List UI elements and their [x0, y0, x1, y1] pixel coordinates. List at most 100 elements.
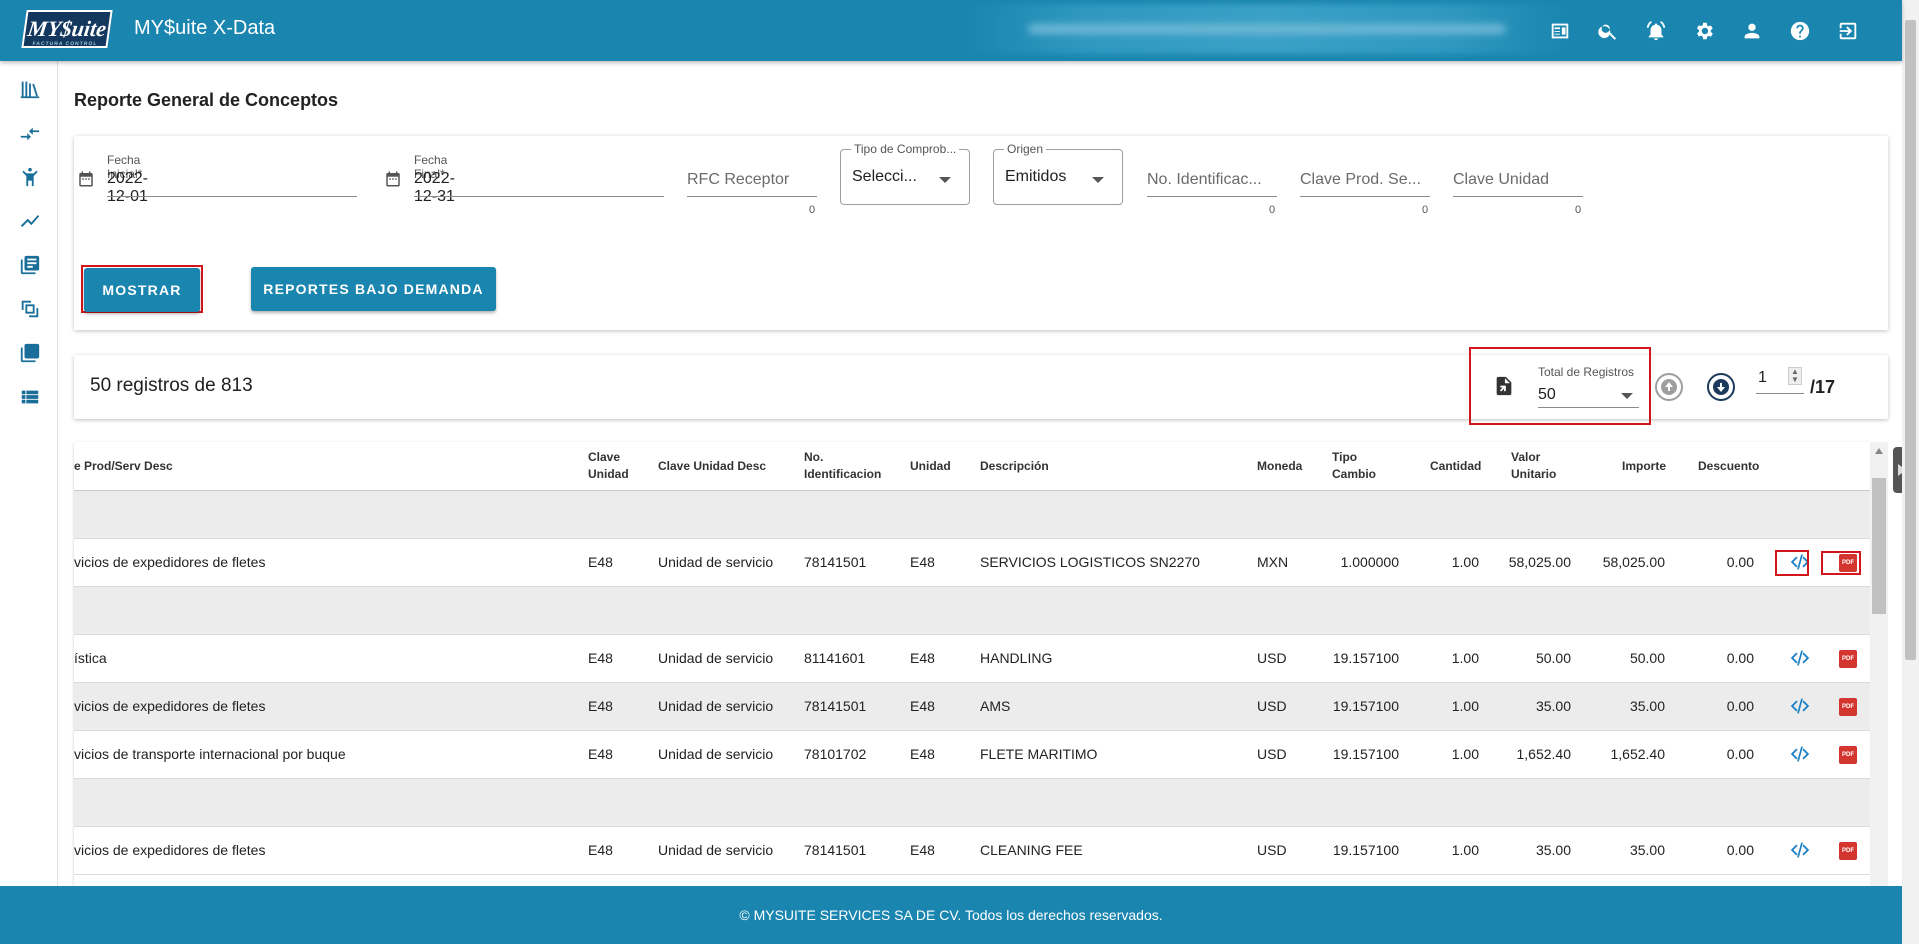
- total-registros-value: 50: [1538, 386, 1556, 403]
- clave-unidad-underline: [1453, 196, 1583, 197]
- chevron-down-icon[interactable]: [939, 177, 951, 183]
- search-icon[interactable]: [1584, 0, 1632, 61]
- xml-code-icon[interactable]: [1789, 647, 1811, 669]
- calendar-icon[interactable]: [384, 170, 402, 193]
- col-clave-unidad-desc[interactable]: Clave Unidad Desc: [658, 458, 766, 475]
- arrow-down-circle-icon: [1707, 373, 1735, 401]
- rfc-receptor-input[interactable]: RFC Receptor: [687, 171, 817, 189]
- pdf-icon[interactable]: PDF: [1839, 842, 1857, 860]
- blurred-search-area[interactable]: [968, 4, 1566, 54]
- cell-clave-unidad-desc: Unidad de servicio: [658, 746, 774, 762]
- table-row[interactable]: vicios de transporte internacional por b…: [74, 731, 1870, 779]
- gear-icon[interactable]: [1680, 0, 1728, 61]
- xml-code-icon[interactable]: [1789, 839, 1811, 861]
- table-row[interactable]: vicios de expedidores de fletes E48 Unidad…: [74, 683, 1870, 731]
- page-number-value[interactable]: 1: [1758, 369, 1767, 387]
- cell-moneda: USD: [1257, 842, 1287, 858]
- cell-unidad: E48: [910, 698, 935, 714]
- table-scrollbar[interactable]: [1870, 442, 1888, 886]
- cell-clave-unidad-desc: Unidad de servicio: [658, 554, 774, 570]
- help-icon[interactable]: [1776, 0, 1824, 61]
- cell-unidad: E48: [910, 746, 935, 762]
- pdf-icon[interactable]: PDF: [1839, 698, 1857, 716]
- cell-cantidad: 1.00: [1451, 698, 1479, 714]
- no-identificacion-input[interactable]: No. Identificac...: [1147, 171, 1277, 189]
- col-unidad[interactable]: Unidad: [910, 458, 951, 475]
- cell-moneda: USD: [1257, 650, 1287, 666]
- file-convert-icon[interactable]: [18, 297, 42, 321]
- col-valor-unitario[interactable]: Valor Unitario: [1511, 449, 1556, 483]
- page-scrollbar-thumb[interactable]: [1905, 20, 1916, 660]
- cell-tipo-cambio: 19.157100: [1332, 842, 1399, 858]
- page-number-input[interactable]: 1 ▲ ▼: [1756, 367, 1804, 395]
- cell-no-identificacion: 81141601: [804, 650, 866, 666]
- cell-descripcion: HANDLING: [980, 650, 1053, 666]
- chevron-down-icon[interactable]: [1092, 177, 1104, 183]
- col-tipo-cambio[interactable]: Tipo Cambio: [1332, 449, 1376, 483]
- total-registros-select[interactable]: Total de Registros 50: [1538, 365, 1639, 409]
- person-icon[interactable]: [18, 165, 42, 189]
- mysuite-logo[interactable]: MY$uite FACTURA CONTROL: [21, 10, 113, 48]
- scrollbar-thumb[interactable]: [1872, 478, 1886, 614]
- compare-arrows-icon[interactable]: [18, 122, 42, 146]
- col-no-identificacion[interactable]: No. Identificacion: [804, 449, 881, 483]
- cell-clave-unidad: E48: [588, 554, 613, 570]
- cell-valor-unitario: 1,652.40: [1516, 746, 1572, 762]
- cell-tipo-cambio: 19.157100: [1332, 650, 1399, 666]
- user-icon[interactable]: [1728, 0, 1776, 61]
- cell-clave-unidad-desc: Unidad de servicio: [658, 842, 774, 858]
- scroll-up-arrow[interactable]: [1875, 448, 1883, 454]
- page-up-button[interactable]: [1654, 372, 1684, 402]
- page-total: /17: [1810, 377, 1836, 397]
- bell-icon[interactable]: [1632, 0, 1680, 61]
- table-row[interactable]: ística E48 Unidad de servicio 81141601 E48 HA…: [74, 635, 1870, 683]
- col-cantidad[interactable]: Cantidad: [1430, 458, 1481, 475]
- origen-select[interactable]: Origen Emitidos: [993, 142, 1123, 205]
- list-view-icon[interactable]: [18, 385, 42, 409]
- clave-prod-input[interactable]: Clave Prod. Se...: [1300, 171, 1430, 189]
- mostrar-button[interactable]: MOSTRAR: [84, 268, 200, 312]
- sidebar: [0, 61, 58, 886]
- reportes-bajo-demanda-button[interactable]: REPORTES BAJO DEMANDA: [251, 267, 496, 311]
- xml-code-icon[interactable]: [1789, 743, 1811, 765]
- table-row[interactable]: vicios de expedidores de fletes E48 Unidad…: [74, 539, 1870, 587]
- col-moneda[interactable]: Moneda: [1257, 458, 1302, 475]
- pdf-icon[interactable]: PDF: [1839, 746, 1857, 764]
- clave-unidad-input[interactable]: Clave Unidad: [1453, 171, 1583, 189]
- logo-text: MY$uite: [26, 16, 108, 41]
- tipo-comprobante-select[interactable]: Tipo de Comprob... Selecci...: [840, 142, 970, 205]
- col-importe[interactable]: Importe: [1622, 458, 1666, 475]
- no-identificacion-counter: 0: [1269, 204, 1276, 216]
- layers-icon[interactable]: [18, 341, 42, 365]
- page-stepper-icon[interactable]: ▲ ▼: [1788, 367, 1802, 385]
- total-registros-label: Total de Registros: [1538, 365, 1635, 379]
- col-descuento[interactable]: Descuento: [1698, 458, 1759, 475]
- page-down-button[interactable]: [1706, 372, 1736, 402]
- logout-icon[interactable]: [1824, 0, 1872, 61]
- xml-code-icon[interactable]: [1789, 695, 1811, 717]
- pdf-icon[interactable]: PDF: [1839, 650, 1857, 668]
- table-row[interactable]: vicios de expedidores de fletes E48 Unidad…: [74, 827, 1870, 875]
- cell-unidad: E48: [910, 650, 935, 666]
- calendar-icon[interactable]: [77, 170, 95, 193]
- export-file-icon[interactable]: [1493, 375, 1515, 402]
- cell-clave-unidad: E48: [588, 842, 613, 858]
- document-list-icon[interactable]: [18, 253, 42, 277]
- cell-cantidad: 1.00: [1451, 650, 1479, 666]
- id-card-icon[interactable]: [1536, 0, 1584, 61]
- trend-chart-icon[interactable]: [18, 209, 42, 233]
- col-clave-unidad[interactable]: Clave Unidad: [588, 449, 629, 483]
- library-icon[interactable]: [18, 77, 42, 101]
- cell-valor-unitario: 35.00: [1535, 842, 1571, 858]
- col-prod-serv-desc[interactable]: e Prod/Serv Desc: [74, 458, 173, 475]
- rfc-receptor-counter: 0: [809, 204, 816, 216]
- page-scrollbar[interactable]: [1902, 0, 1919, 944]
- fecha-final-value[interactable]: 2022-12-31: [414, 170, 455, 206]
- chevron-down-icon[interactable]: [1621, 393, 1633, 399]
- col-descripcion[interactable]: Descripción: [980, 458, 1049, 475]
- fecha-inicial-value[interactable]: 2022-12-01: [107, 170, 148, 206]
- rfc-receptor-underline: [687, 196, 817, 197]
- app-title: MY$uite X-Data: [134, 17, 276, 39]
- pdf-highlight: [1821, 551, 1861, 575]
- top-app-bar: MY$uite FACTURA CONTROL MY$uite X-Data: [0, 0, 1902, 61]
